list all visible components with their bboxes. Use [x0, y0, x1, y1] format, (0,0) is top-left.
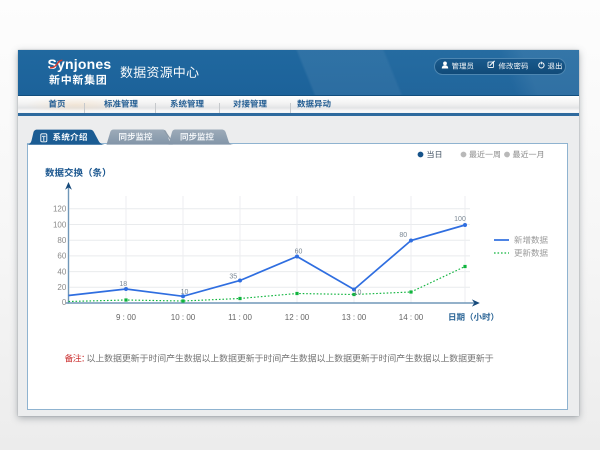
svg-text:80: 80	[399, 232, 407, 239]
svg-text:11 : 00: 11 : 00	[228, 313, 252, 322]
svg-text:12 : 00: 12 : 00	[285, 313, 310, 322]
svg-text:60: 60	[57, 252, 66, 261]
svg-text:10: 10	[354, 290, 362, 297]
svg-text:0: 0	[62, 298, 67, 307]
svg-text:100: 100	[454, 216, 466, 223]
svg-text:80: 80	[57, 236, 66, 245]
svg-text:60: 60	[295, 249, 303, 256]
svg-text:20: 20	[57, 283, 66, 292]
svg-text:10: 10	[181, 289, 189, 296]
svg-text:14 : 00: 14 : 00	[399, 313, 424, 322]
svg-text:10 : 00: 10 : 00	[171, 313, 196, 322]
svg-text:35: 35	[229, 274, 237, 281]
svg-text:40: 40	[57, 267, 66, 276]
svg-text:9 : 00: 9 : 00	[116, 313, 137, 322]
svg-text:100: 100	[53, 220, 67, 229]
svg-text:18: 18	[119, 281, 127, 288]
svg-text:120: 120	[53, 205, 67, 214]
svg-text:13 : 00: 13 : 00	[342, 313, 367, 322]
